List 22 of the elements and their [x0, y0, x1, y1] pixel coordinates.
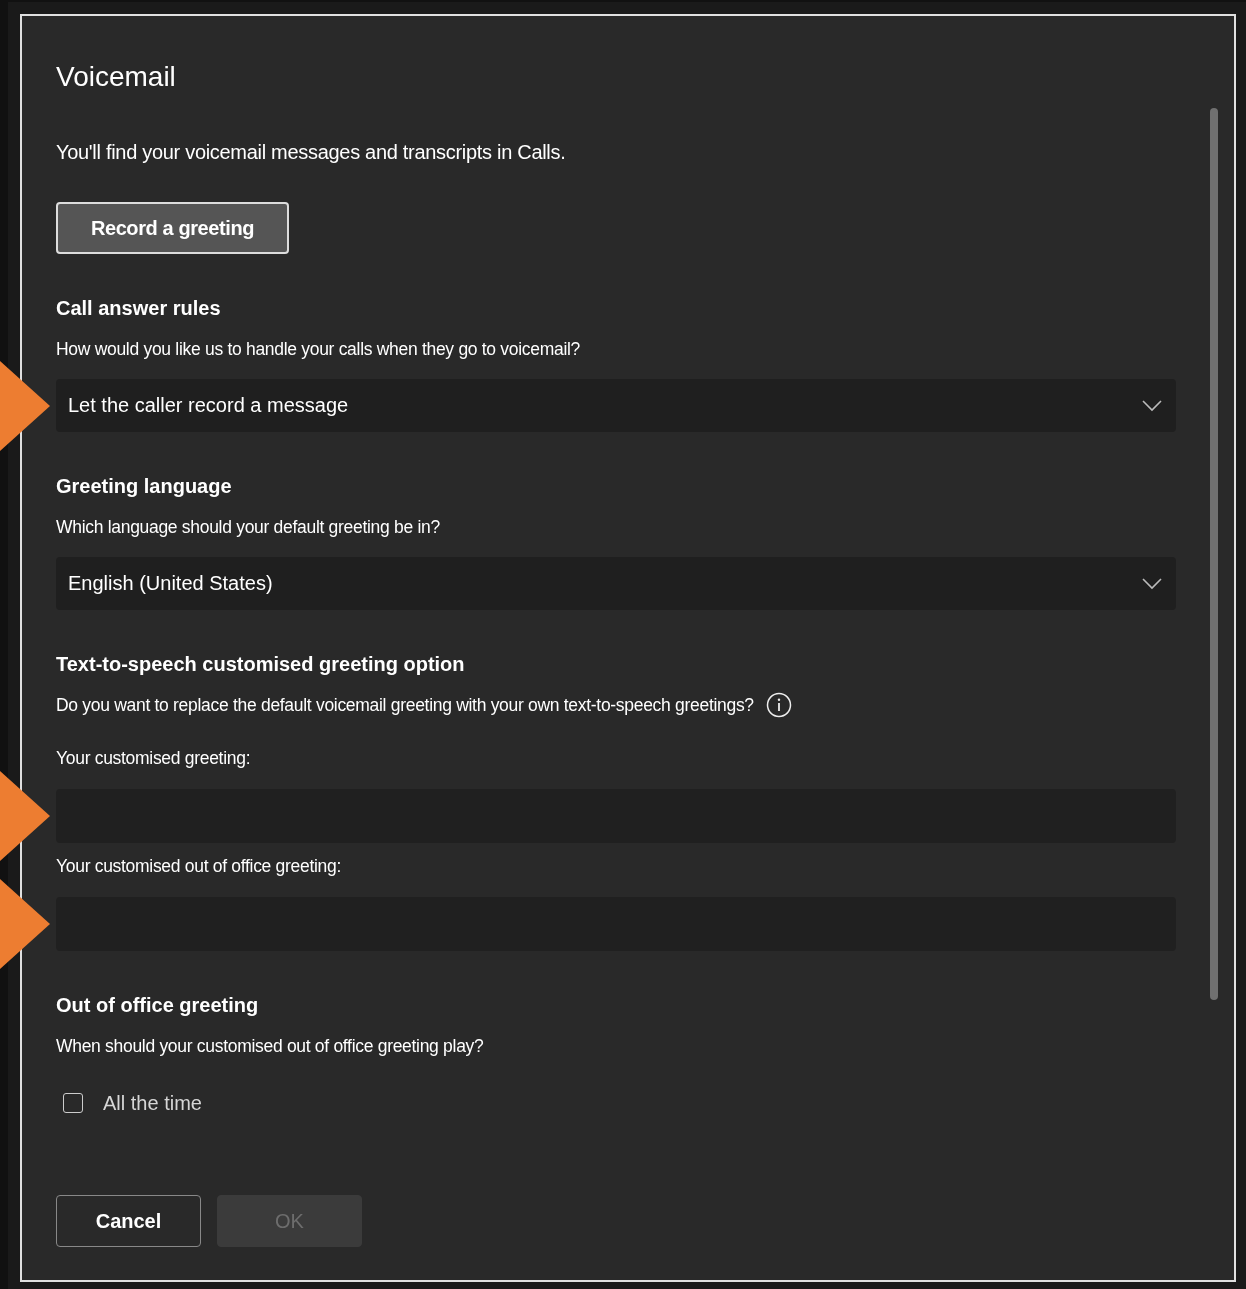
section-heading: Call answer rules: [56, 296, 222, 320]
section-description: When should your customised out of office greeting play?: [56, 1035, 484, 1057]
info-icon[interactable]: [765, 692, 792, 718]
checkbox-label: All the time: [103, 1091, 202, 1115]
field-label: Your customised out of office greeting:: [56, 855, 342, 877]
chevron-down-icon: [1142, 399, 1162, 412]
field-label: Your customised greeting:: [56, 747, 252, 769]
intro-text: You'll find your voicemail messages and transcripts in Calls.: [56, 140, 567, 164]
section-heading: Greeting language: [56, 474, 233, 498]
dropdown[interactable]: Let the caller record a message: [56, 379, 1176, 432]
section-description: How would you like us to handle your calls when they go to voicemail?: [56, 338, 581, 360]
section-heading: Out of office greeting: [56, 993, 260, 1017]
section-description: Do you want to replace the default voicemail greeting with your own text-to-speech greetings?: [56, 694, 754, 716]
record-button[interactable]: Record a greeting: [56, 202, 289, 254]
chevron-down-icon: [1142, 577, 1162, 590]
dialog-button[interactable]: Cancel: [56, 1195, 201, 1247]
scrollbar-thumb[interactable]: [1210, 108, 1218, 1000]
checkbox[interactable]: [63, 1093, 83, 1113]
section-heading: Text-to-speech customised greeting option: [56, 652, 466, 676]
dialog-title: Voicemail: [56, 60, 177, 94]
dropdown[interactable]: English (United States): [56, 557, 1176, 610]
section-description: Which language should your default greeting be in?: [56, 516, 440, 538]
